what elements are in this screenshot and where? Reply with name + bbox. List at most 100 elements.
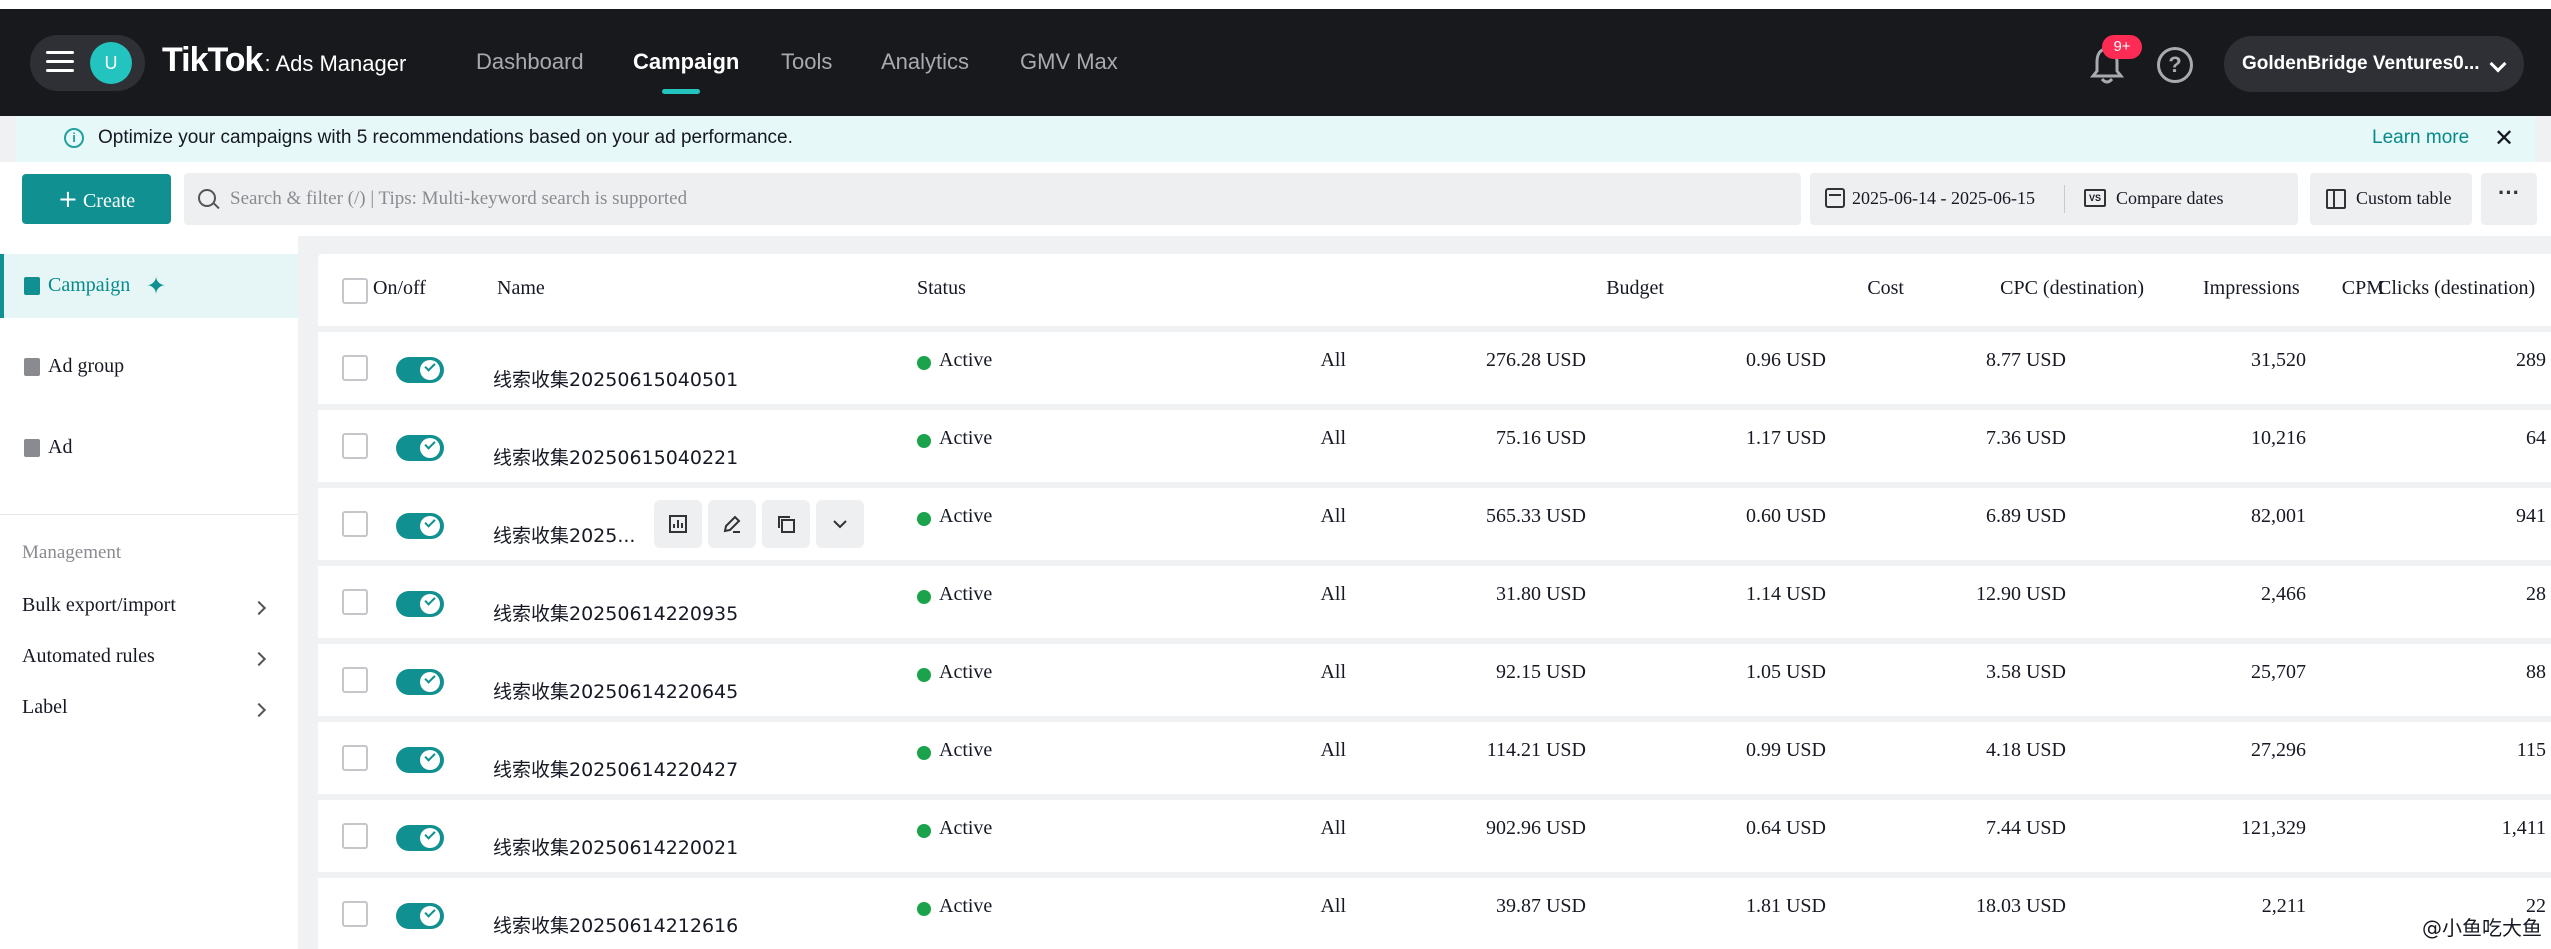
sidebar-item-ad[interactable]: Ad — [0, 416, 298, 480]
table-row[interactable]: 线索收集2025... Active All 565.33 USD 0.60 USD 6.… — [318, 488, 2551, 560]
column-header-impressions[interactable]: Impressions — [2203, 277, 2300, 300]
compare-dates-button[interactable]: Compare dates — [2116, 188, 2223, 209]
search-placeholder: Search & filter (/) | Tips: Multi-keywor… — [230, 188, 688, 209]
sparkle-icon[interactable]: ✦ — [146, 272, 166, 300]
status-dot — [917, 356, 931, 370]
campaign-name-link[interactable]: 线索收集20250614220427 — [493, 755, 738, 782]
status-dot — [917, 434, 931, 448]
campaign-name-link[interactable]: 线索收集2025... — [493, 521, 635, 548]
status-toggle[interactable] — [396, 903, 444, 929]
campaign-name-link[interactable]: 线索收集20250614220021 — [493, 833, 738, 860]
table-row[interactable]: 线索收集20250615040221 Active All 75.16 USD 1.17… — [318, 410, 2551, 482]
campaign-name-link[interactable]: 线索收集20250614212616 — [493, 911, 738, 938]
divider — [2064, 185, 2065, 213]
menu-button[interactable]: U — [30, 35, 145, 91]
clicks-cell: 28 — [2526, 583, 2546, 605]
campaign-name-link[interactable]: 线索收集20250615040221 — [493, 443, 738, 470]
nav-analytics[interactable]: Analytics — [881, 49, 969, 75]
nav-dashboard[interactable]: Dashboard — [476, 49, 584, 75]
table-row[interactable]: 线索收集20250614212616 Active All 39.87 USD 1.81… — [318, 878, 2551, 949]
chevron-right-icon — [251, 600, 267, 616]
account-switcher[interactable]: GoldenBridge Ventures0... — [2224, 36, 2524, 92]
status-text: Active — [939, 505, 993, 527]
row-checkbox[interactable] — [342, 823, 368, 849]
custom-table-button[interactable]: Custom table — [2310, 173, 2472, 225]
status-toggle[interactable] — [396, 825, 444, 851]
copy-button[interactable] — [762, 500, 810, 548]
status-toggle[interactable] — [396, 357, 444, 383]
campaign-name-link[interactable]: 线索收集20250614220935 — [493, 599, 738, 626]
status-toggle[interactable] — [396, 591, 444, 617]
cpm-cell: 4.18 USD — [1985, 739, 2066, 761]
column-header-budget[interactable]: Budget — [1606, 277, 1664, 300]
clicks-cell: 1,411 — [2501, 817, 2546, 839]
nav-active-indicator — [662, 89, 700, 94]
avatar[interactable]: U — [90, 42, 132, 84]
campaign-table: On/off Name Status Budget Cost CPC (dest… — [318, 254, 2551, 949]
status-toggle[interactable] — [396, 513, 444, 539]
status-text: Active — [939, 349, 993, 371]
column-header-status[interactable]: Status — [917, 277, 966, 300]
row-checkbox[interactable] — [342, 511, 368, 537]
check-icon — [424, 906, 436, 918]
cost-cell: 39.87 USD — [1495, 895, 1586, 917]
nav-gmv-max[interactable]: GMV Max — [1020, 49, 1118, 75]
recommendation-banner: i Optimize your campaigns with 5 recomme… — [16, 116, 2535, 162]
automated-rules-item[interactable]: Automated rules — [22, 645, 155, 668]
chevron-right-icon — [251, 702, 267, 718]
budget-cell: All — [1320, 349, 1346, 371]
budget-cell: All — [1320, 739, 1346, 761]
nav-campaign[interactable]: Campaign — [633, 49, 739, 75]
row-checkbox[interactable] — [342, 589, 368, 615]
status-toggle[interactable] — [396, 747, 444, 773]
nav-tools[interactable]: Tools — [781, 49, 832, 75]
table-row[interactable]: 线索收集20250614220021 Active All 902.96 USD 0.6… — [318, 800, 2551, 872]
chart-button[interactable] — [654, 500, 702, 548]
label-item[interactable]: Label — [22, 696, 68, 719]
table-row[interactable]: 线索收集20250614220427 Active All 114.21 USD 0.9… — [318, 722, 2551, 794]
clicks-cell: 941 — [2516, 505, 2546, 527]
help-icon[interactable]: ? — [2157, 47, 2193, 83]
date-range-picker[interactable]: 2025-06-14 - 2025-06-15 VS Compare dates — [1810, 173, 2298, 225]
row-checkbox[interactable] — [342, 355, 368, 381]
budget-cell: All — [1320, 895, 1346, 917]
column-header-cost[interactable]: Cost — [1867, 277, 1904, 300]
row-checkbox[interactable] — [342, 745, 368, 771]
search-input[interactable]: Search & filter (/) | Tips: Multi-keywor… — [184, 173, 1801, 225]
edit-button[interactable] — [708, 500, 756, 548]
column-header-clicks[interactable]: Clicks (destination) — [2378, 277, 2535, 300]
campaign-name-link[interactable]: 线索收集20250614220645 — [493, 677, 738, 704]
sidebar-item-ad-group[interactable]: Ad group — [0, 335, 298, 399]
impressions-cell: 25,707 — [2251, 661, 2306, 683]
edit-icon — [723, 515, 741, 533]
clicks-cell: 115 — [2516, 739, 2546, 761]
table-row[interactable]: 线索收集20250615040501 Active All 276.28 USD 0.9… — [318, 332, 2551, 404]
account-name: GoldenBridge Ventures0... — [2242, 53, 2480, 74]
row-checkbox[interactable] — [342, 667, 368, 693]
column-header-name[interactable]: Name — [497, 277, 545, 300]
status-toggle[interactable] — [396, 435, 444, 461]
table-row[interactable]: 线索收集20250614220935 Active All 31.80 USD 1.14… — [318, 566, 2551, 638]
learn-more-link[interactable]: Learn more — [2372, 127, 2469, 149]
row-checkbox[interactable] — [342, 901, 368, 927]
column-header-cpc[interactable]: CPC (destination) — [2000, 277, 2144, 300]
cost-cell: 114.21 USD — [1486, 739, 1586, 761]
tiktok-logo[interactable]: TikTok: Ads Manager — [162, 41, 406, 80]
bulk-export-import-item[interactable]: Bulk export/import — [22, 594, 176, 617]
clicks-cell: 64 — [2526, 427, 2546, 449]
folder-icon — [24, 277, 40, 295]
campaign-name-link[interactable]: 线索收集20250615040501 — [493, 365, 738, 392]
sidebar-item-campaign[interactable]: Campaign ✦ — [0, 254, 298, 318]
close-icon[interactable]: ✕ — [2494, 124, 2514, 153]
date-range-value: 2025-06-14 - 2025-06-15 — [1852, 188, 2035, 208]
column-header-onoff[interactable]: On/off — [373, 277, 426, 300]
table-row[interactable]: 线索收集20250614220645 Active All 92.15 USD 1.05… — [318, 644, 2551, 716]
select-all-checkbox[interactable] — [342, 278, 368, 304]
chevron-down-button[interactable] — [816, 500, 864, 548]
more-options-button[interactable]: ··· — [2481, 173, 2537, 225]
status-toggle[interactable] — [396, 669, 444, 695]
create-button[interactable]: + Create — [22, 174, 171, 224]
status-text: Active — [939, 895, 993, 917]
budget-cell: All — [1320, 505, 1346, 527]
row-checkbox[interactable] — [342, 433, 368, 459]
